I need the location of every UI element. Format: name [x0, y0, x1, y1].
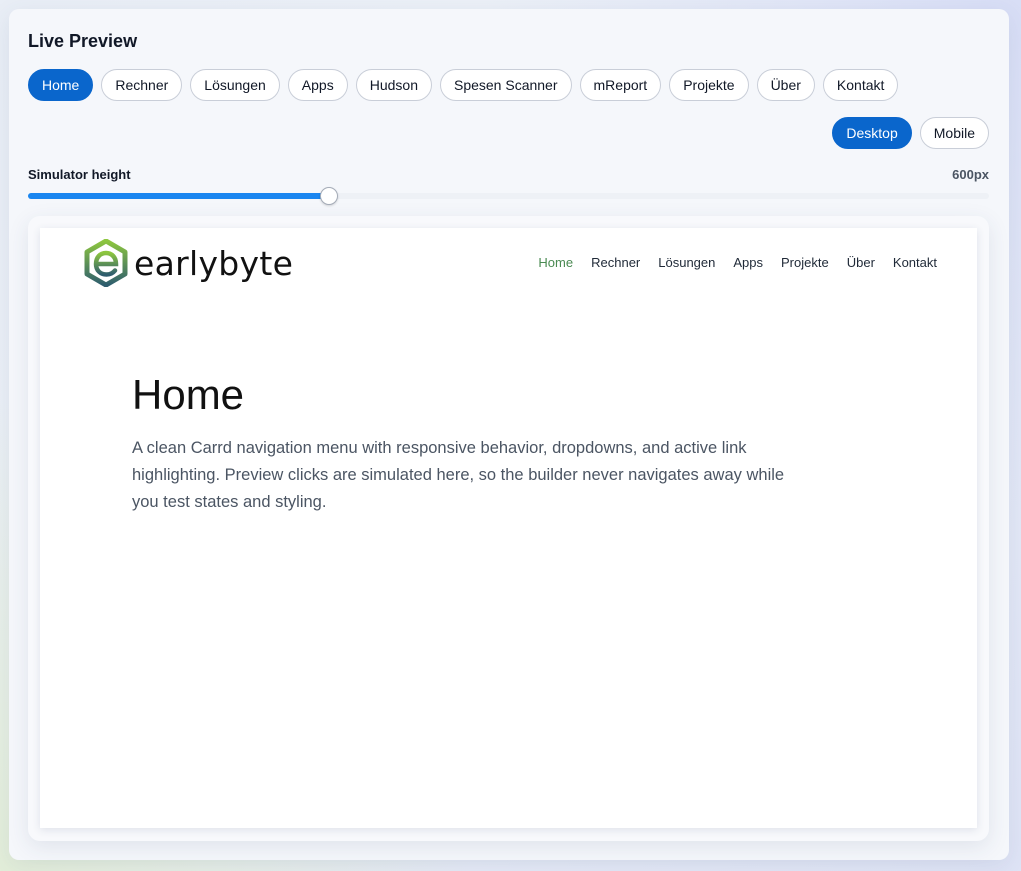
- tab-loesungen[interactable]: Lösungen: [190, 69, 280, 101]
- page-tabs: Home Rechner Lösungen Apps Hudson Spesen…: [28, 69, 899, 101]
- site-logo[interactable]: earlybyte: [84, 239, 293, 287]
- slider-thumb[interactable]: [319, 187, 338, 205]
- simulated-site-page: earlybyte Home Rechner Lösungen Apps Pro…: [40, 228, 977, 828]
- site-nav-home[interactable]: Home: [538, 255, 573, 270]
- hero-text: A clean Carrd navigation menu with respo…: [132, 439, 785, 511]
- simulator-height-label: Simulator height: [28, 167, 131, 182]
- tab-hudson[interactable]: Hudson: [355, 69, 432, 101]
- simulator-frame: earlybyte Home Rechner Lösungen Apps Pro…: [28, 216, 989, 841]
- desktop-view-button[interactable]: Desktop: [832, 117, 912, 149]
- simulator-height-value: 600px: [952, 167, 989, 182]
- tab-mreport[interactable]: mReport: [579, 69, 662, 101]
- tab-apps[interactable]: Apps: [287, 69, 348, 101]
- site-nav-projekte[interactable]: Projekte: [781, 255, 829, 270]
- earlybyte-hexagon-e-icon: [84, 239, 128, 287]
- tab-spesen-scanner[interactable]: Spesen Scanner: [439, 69, 572, 101]
- tab-rechner[interactable]: Rechner: [101, 69, 183, 101]
- site-nav-apps[interactable]: Apps: [733, 255, 763, 270]
- site-nav-rechner[interactable]: Rechner: [591, 255, 640, 270]
- live-preview-panel: Live Preview Home Rechner Lösungen Apps …: [9, 9, 1009, 860]
- site-nav: Home Rechner Lösungen Apps Projekte Über…: [538, 255, 937, 270]
- simulator-height-slider[interactable]: [28, 187, 989, 205]
- hero-title: Home: [132, 371, 245, 418]
- site-nav-kontakt[interactable]: Kontakt: [893, 255, 937, 270]
- view-toggle: Desktop Mobile: [832, 117, 989, 149]
- slider-fill: [28, 193, 329, 199]
- mobile-view-button[interactable]: Mobile: [919, 117, 989, 149]
- site-nav-loesungen[interactable]: Lösungen: [658, 255, 715, 270]
- tab-kontakt[interactable]: Kontakt: [822, 69, 899, 101]
- panel-title: Live Preview: [28, 31, 138, 51]
- tab-home[interactable]: Home: [28, 69, 94, 101]
- tab-ueber[interactable]: Über: [756, 69, 815, 101]
- tab-projekte[interactable]: Projekte: [669, 69, 749, 101]
- site-logo-text: earlybyte: [134, 243, 294, 283]
- site-nav-ueber[interactable]: Über: [847, 255, 875, 270]
